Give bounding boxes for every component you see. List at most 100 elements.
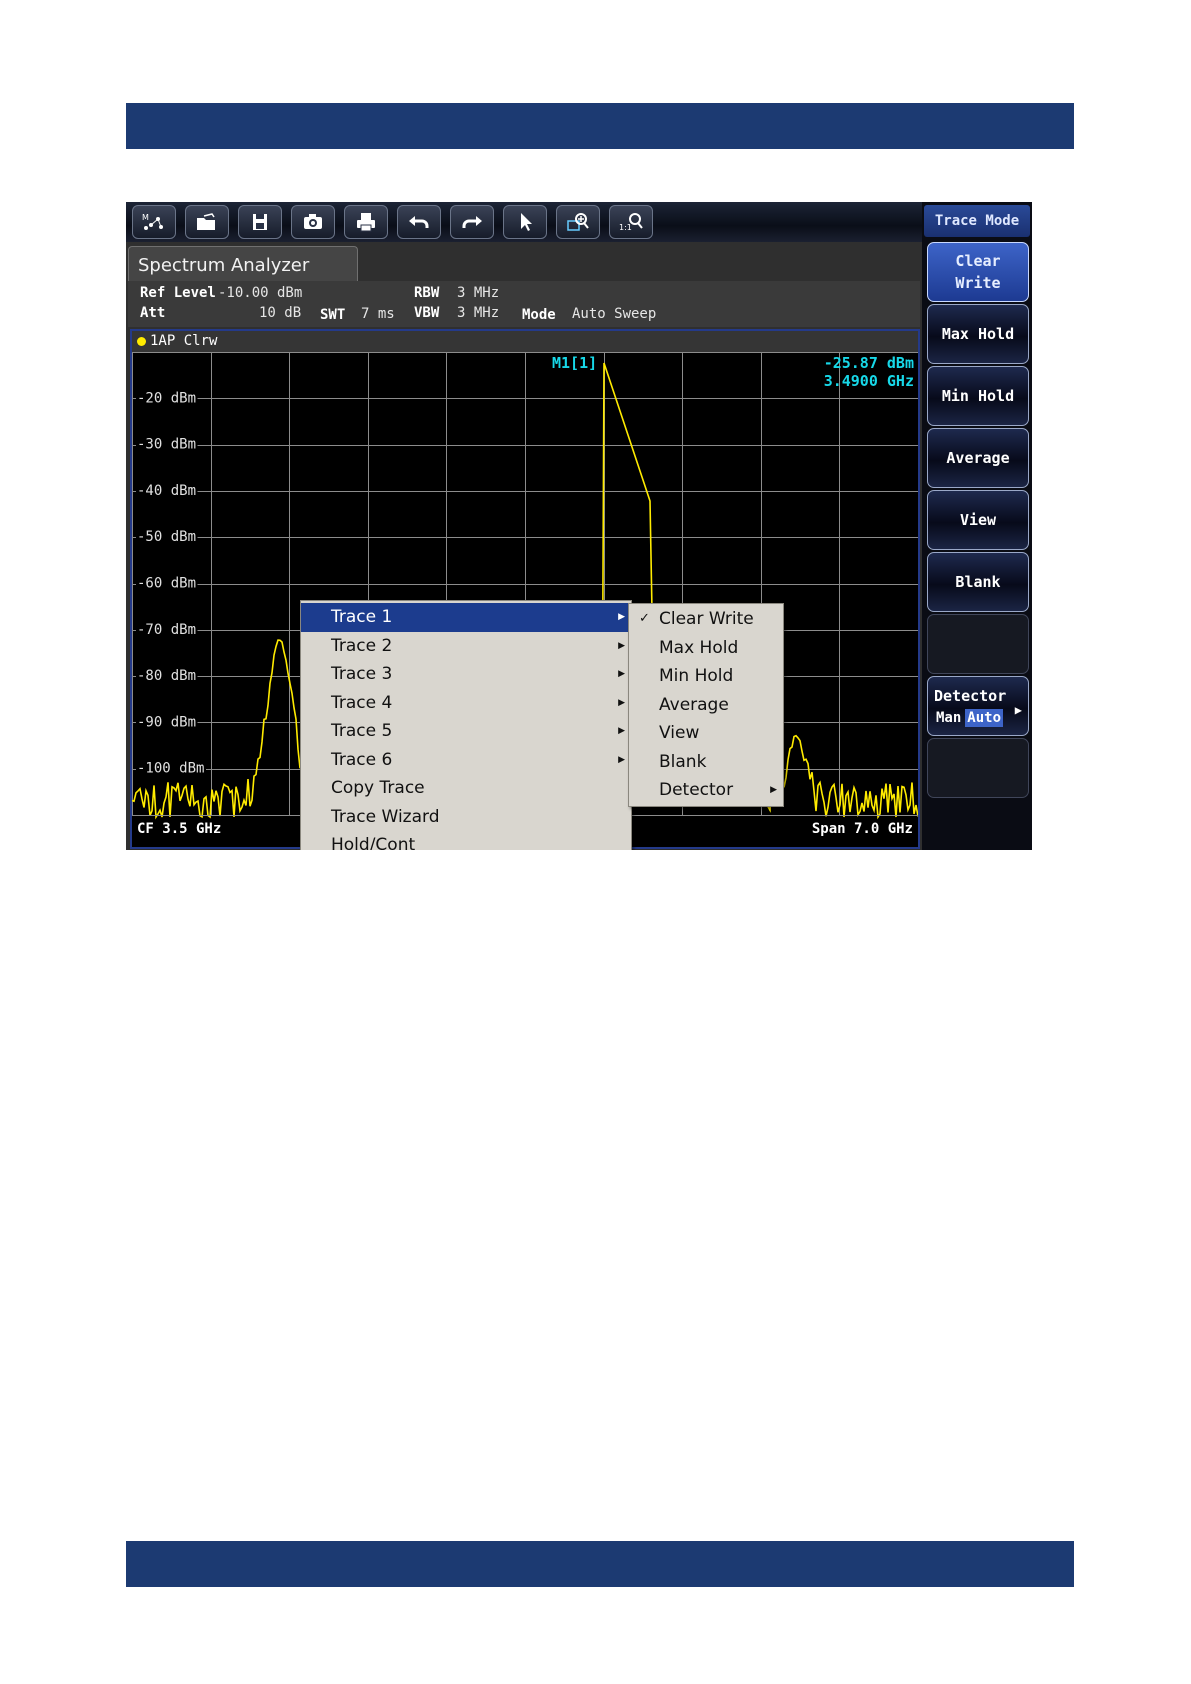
att-value: 10 dB [259,305,302,321]
detector-label: Detector [934,687,1007,705]
y-axis-label: -70 dBm [137,622,196,638]
menu-item-label: Trace 3 [331,664,393,684]
swt-label: SWT [320,307,346,323]
submenu-item-label: Clear Write [659,609,754,629]
menu-item-trace-5[interactable]: Trace 5 ▶ [301,717,631,746]
trace-mode-submenu: ✓ Clear Write Max Hold Min Hold Average View B… [628,603,784,807]
blank-label: Blank [955,573,1001,591]
min-hold-label: Min Hold [941,387,1015,405]
zoom-button[interactable] [556,205,600,239]
menu-item-hold-cont[interactable]: Hold/Cont [301,831,631,850]
marker-name: M1[1] [552,354,597,372]
zoom-1-1-icon: 1:1 [619,213,643,232]
zoom-off-button[interactable]: 1:1 [609,205,653,239]
submenu-item-detector[interactable]: Detector ▶ [629,776,783,805]
mode-overview-button[interactable]: M [132,205,176,239]
submenu-item-label: Average [659,694,729,715]
zoom-in-icon [567,213,589,231]
clear-write-line1: Clear [955,252,1001,270]
swt-value: 7 ms [361,306,395,322]
menu-item-label: Trace 5 [331,721,393,741]
y-axis-label: -90 dBm [137,714,196,730]
pointer-button[interactable] [503,205,547,239]
span: Span 7.0 GHz [812,821,913,837]
menu-item-trace-wizard[interactable]: Trace Wizard [301,803,631,832]
save-button[interactable] [238,205,282,239]
bottom-banner [126,1541,1074,1587]
pointer-cursor-icon [521,213,532,231]
svg-text:M: M [142,213,149,222]
detector-auto-option[interactable]: Auto [965,709,1004,727]
average-label: Average [946,449,1010,467]
toolbar: M 1:1 [126,202,922,242]
open-folder-icon [197,213,215,230]
empty-softkey-2 [927,738,1029,798]
measurement-header: Ref Level -10.00 dBm Att 10 dB SWT 7 ms … [128,281,920,327]
submenu-arrow-icon: ▶ [1014,703,1022,717]
menu-item-copy-trace[interactable]: Copy Trace [301,774,631,803]
marker-frequency: 3.4900 GHz [824,372,914,390]
menu-item-trace-1[interactable]: Trace 1 ▶ [301,603,631,632]
menu-item-label: Trace 2 [331,635,393,656]
mode-label: Mode [522,307,556,323]
max-hold-softkey[interactable]: Max Hold [927,304,1029,364]
y-axis-label: -60 dBm [137,576,196,592]
att-label: Att [140,305,166,321]
empty-softkey-1 [927,614,1029,674]
detector-man-option[interactable]: Man [934,709,963,727]
print-button[interactable] [344,205,388,239]
rbw-value: 3 MHz [457,285,500,301]
detector-softkey[interactable]: Detector ▶ Man Auto [927,676,1029,736]
submenu-arrow-icon: ▶ [618,697,625,708]
undo-button[interactable] [397,205,441,239]
checkmark-icon: ✓ [639,611,650,626]
top-banner [126,103,1074,149]
min-hold-softkey[interactable]: Min Hold [927,366,1029,426]
menu-item-trace-2[interactable]: Trace 2 ▶ [301,632,631,661]
save-disk-icon [253,214,267,230]
y-axis-label: -30 dBm [137,437,196,453]
ref-level-label: Ref Level [140,285,216,301]
menu-item-trace-6[interactable]: Trace 6 ▶ [301,746,631,775]
submenu-item-blank[interactable]: Blank [629,748,783,777]
submenu-item-min-hold[interactable]: Min Hold [629,662,783,691]
average-softkey[interactable]: Average [927,428,1029,488]
mode-overview-icon: M [142,213,163,230]
center-frequency: CF 3.5 GHz [137,821,221,837]
submenu-item-average[interactable]: Average [629,691,783,720]
softkey-menu-title: Trace Mode [924,205,1030,237]
menu-item-label: Trace 6 [331,749,393,770]
y-axis-label: -40 dBm [137,483,196,499]
open-button[interactable] [185,205,229,239]
submenu-item-max-hold[interactable]: Max Hold [629,634,783,663]
trace-info-bar: 1AP Clrw [132,331,918,352]
submenu-arrow-icon: ▶ [618,612,625,622]
analyzer-screen: M 1:1 Spectrum Analyzer Ref Level -10.00… [126,202,1032,850]
submenu-item-view[interactable]: View [629,719,783,748]
y-axis-labels: -20 dBm -30 dBm -40 dBm -50 dBm -60 dBm -70 d… [136,388,206,777]
submenu-item-label: View [659,723,700,743]
clear-write-softkey[interactable]: Clear Write [927,242,1029,302]
screenshot-button[interactable] [291,205,335,239]
y-axis-label: -20 dBm [137,390,196,406]
svg-text:1:1: 1:1 [619,223,632,232]
menu-item-label: Trace 4 [331,692,393,713]
spectrum-tab[interactable]: Spectrum Analyzer [128,246,358,282]
y-axis-label: -80 dBm [137,668,196,684]
redo-button[interactable] [450,205,494,239]
trace-context-menu: Trace 1 ▶ Trace 2 ▶ Trace 3 ▶ Trace 4 ▶ Trace 5 ▶… [300,600,632,850]
submenu-item-label: Min Hold [659,666,734,686]
submenu-arrow-icon: ▶ [770,785,777,795]
view-softkey[interactable]: View [927,490,1029,550]
softkey-panel: Trace Mode Clear Write Max Hold Min Hold … [922,202,1032,850]
y-axis-label: -100 dBm [137,761,204,777]
ref-level-value: -10.00 dBm [218,285,303,301]
submenu-item-label: Max Hold [659,637,739,658]
submenu-arrow-icon: ▶ [618,640,625,651]
submenu-item-clear-write[interactable]: ✓ Clear Write [629,605,783,634]
blank-softkey[interactable]: Blank [927,552,1029,612]
undo-arrow-icon [409,216,429,228]
view-label: View [959,511,997,529]
menu-item-trace-4[interactable]: Trace 4 ▶ [301,689,631,718]
menu-item-trace-3[interactable]: Trace 3 ▶ [301,660,631,689]
